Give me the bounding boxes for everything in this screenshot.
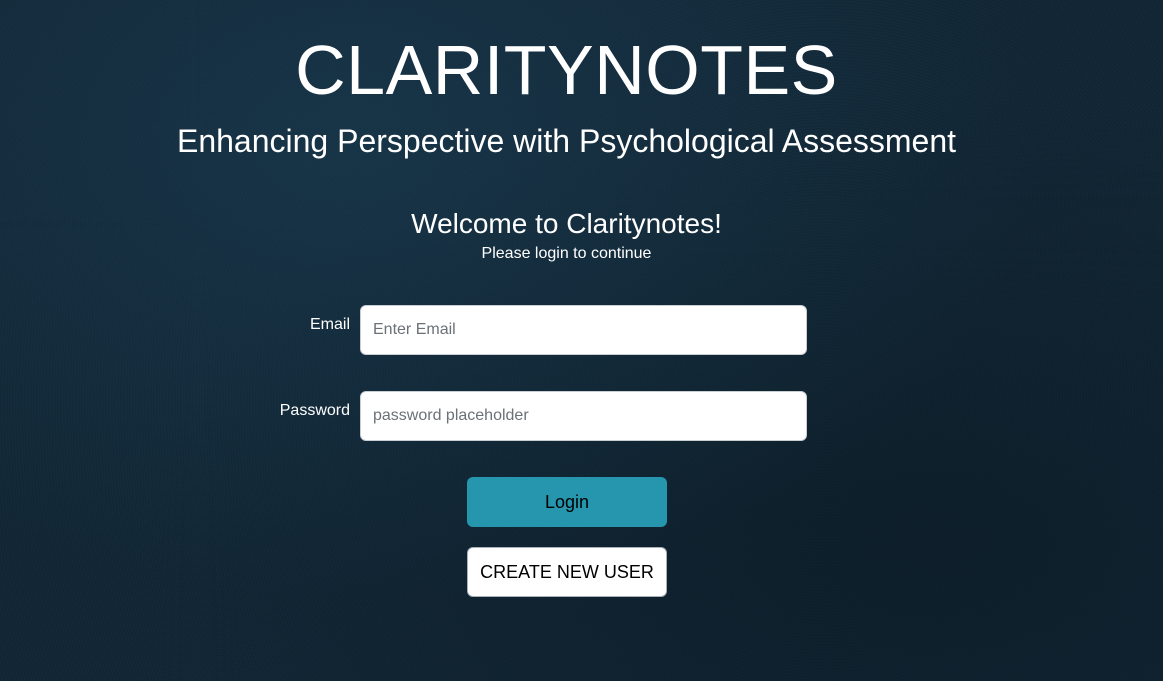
- welcome-heading: Welcome to Claritynotes!: [411, 208, 722, 239]
- create-new-user-button[interactable]: CREATE NEW USER: [467, 547, 667, 597]
- email-label: Email: [309, 316, 350, 333]
- login-button[interactable]: Login: [467, 477, 667, 527]
- app-title: CLARITYNOTES: [295, 31, 838, 109]
- app-tagline: Enhancing Perspective with Psychological…: [176, 123, 957, 159]
- password-label: Password: [279, 402, 350, 419]
- email-field[interactable]: [360, 305, 807, 355]
- login-instruction: Please login to continue: [481, 245, 652, 262]
- password-field[interactable]: [360, 391, 807, 441]
